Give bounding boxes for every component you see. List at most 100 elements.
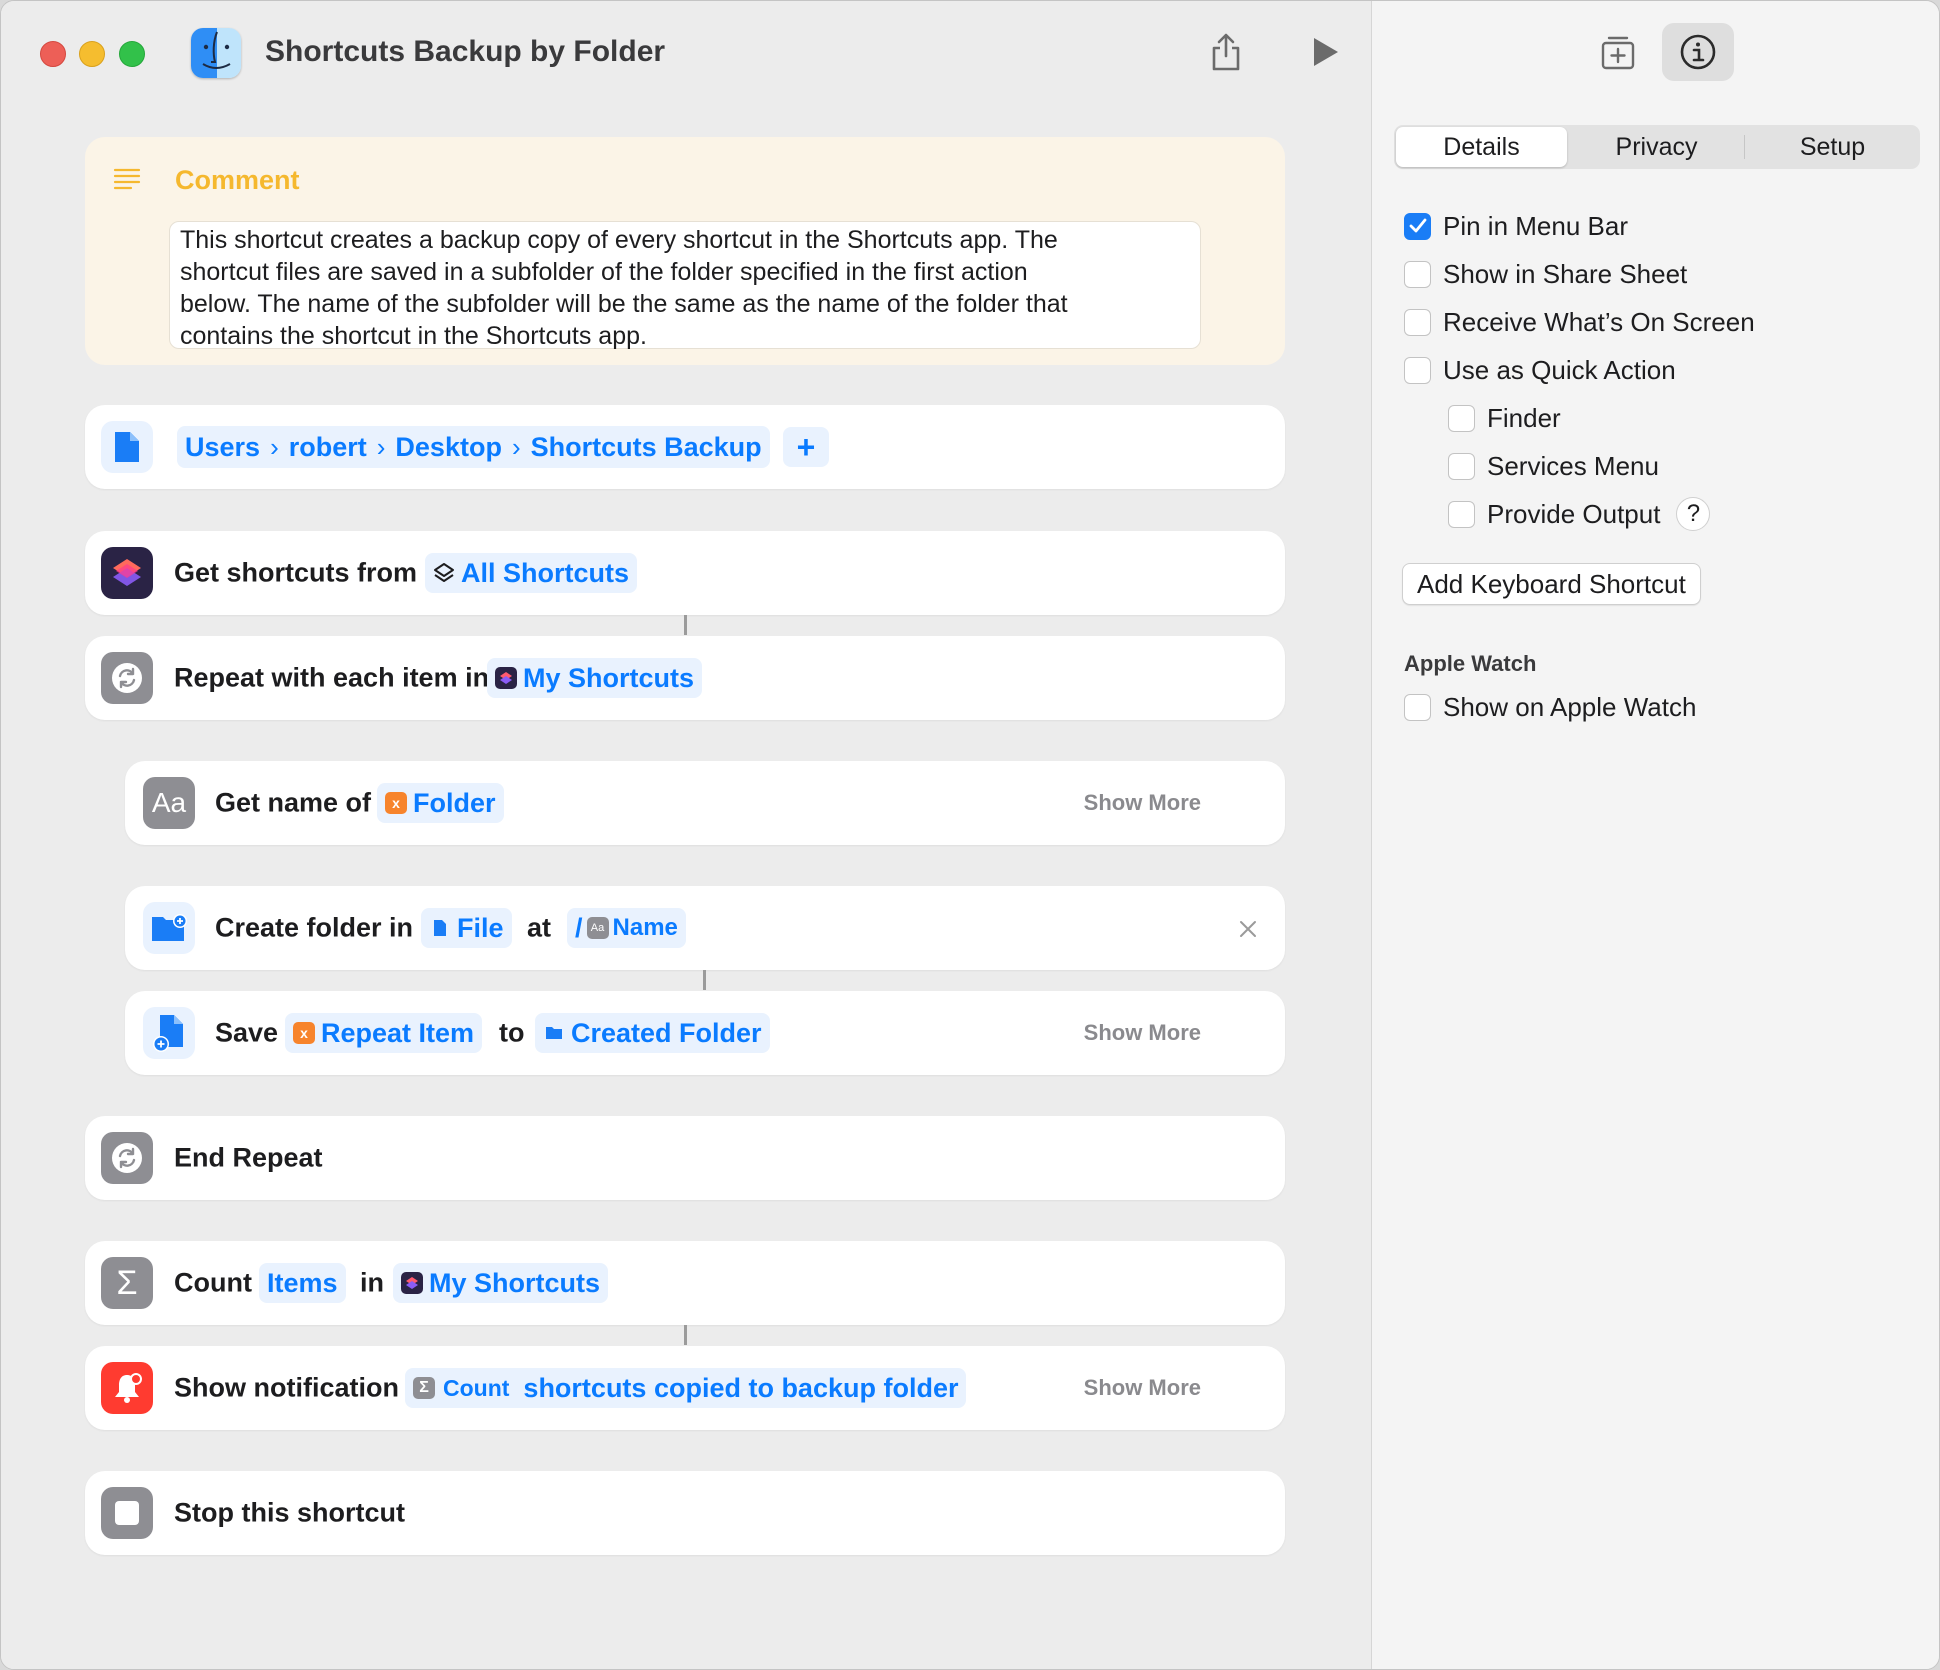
my-shortcuts-token[interactable]: My Shortcuts (487, 658, 703, 698)
option-quick-action[interactable]: Use as Quick Action (1404, 352, 1676, 388)
show-more-button[interactable]: Show More (1084, 1375, 1201, 1401)
layers-icon (434, 563, 454, 582)
tab-privacy[interactable]: Privacy (1571, 127, 1742, 167)
action-label-in: in (360, 1267, 384, 1298)
add-keyboard-shortcut-button[interactable]: Add Keyboard Shortcut (1402, 563, 1701, 605)
save-file-icon (143, 1007, 195, 1059)
tab-details[interactable]: Details (1396, 127, 1567, 167)
option-provide-output[interactable]: Provide Output ? (1448, 496, 1711, 532)
subpath-token[interactable]: / Aa Name (567, 908, 686, 948)
chevron-right-icon: › (511, 431, 521, 462)
option-show-on-apple-watch[interactable]: Show on Apple Watch (1404, 689, 1696, 725)
help-icon[interactable]: ? (1676, 497, 1711, 531)
repeat-action[interactable]: Repeat with each item in My Shortcuts (85, 636, 1285, 720)
flow-connector (703, 970, 706, 990)
file-icon (429, 917, 451, 939)
option-finder[interactable]: Finder (1448, 400, 1561, 436)
add-to-dock-button[interactable] (1582, 23, 1654, 81)
get-shortcuts-action[interactable]: Get shortcuts from All Shortcuts (85, 531, 1285, 615)
action-label: Get name of (215, 787, 372, 818)
folder-variable-token[interactable]: x Folder (377, 783, 504, 823)
comment-action[interactable]: Comment This shortcut creates a backup c… (85, 137, 1285, 365)
window-minimize-button[interactable] (79, 41, 105, 67)
folder-icon (543, 1022, 565, 1044)
option-pin-in-menu-bar[interactable]: Pin in Menu Bar (1404, 208, 1628, 244)
option-services-menu[interactable]: Services Menu (1448, 448, 1659, 484)
info-button[interactable] (1662, 23, 1734, 81)
stop-shortcut-action[interactable]: Stop this shortcut (85, 1471, 1285, 1555)
action-label: Get shortcuts from (174, 557, 418, 588)
option-receive-on-screen[interactable]: Receive What’s On Screen (1404, 304, 1755, 340)
action-label: Repeat with each item in (174, 662, 490, 693)
comment-line: below. The name of the subfolder will be… (180, 290, 1068, 318)
path-segment[interactable]: robert (289, 432, 367, 463)
add-path-button[interactable]: + (783, 427, 829, 467)
checkbox[interactable] (1404, 260, 1431, 288)
all-shortcuts-token[interactable]: All Shortcuts (425, 553, 638, 593)
path-segment[interactable]: Desktop (395, 432, 502, 463)
shortcuts-app-icon (401, 1272, 423, 1294)
items-token[interactable]: Items (259, 1263, 346, 1303)
details-sidebar: Details Privacy Setup Pin in Menu Bar Sh… (1371, 1, 1939, 1669)
repeat-icon (101, 1132, 153, 1184)
tab-separator (1744, 135, 1745, 159)
path-breadcrumb[interactable]: Users › robert › Desktop › Shortcuts Bac… (177, 426, 770, 468)
text-aa-icon: Aa (586, 917, 609, 939)
show-more-button[interactable]: Show More (1084, 790, 1201, 816)
action-label: Save (215, 1017, 279, 1048)
comment-line: contains the shortcut in the Shortcuts a… (180, 322, 647, 350)
file-variable-token[interactable]: File (421, 908, 512, 948)
action-label: Stop this shortcut (174, 1497, 405, 1528)
save-file-action[interactable]: Save x Repeat Item to Created Folder Sho… (125, 991, 1285, 1075)
comment-lines-icon (113, 168, 141, 190)
shortcuts-app-icon (495, 667, 517, 689)
tab-setup[interactable]: Setup (1747, 127, 1918, 167)
action-label: Create folder in (215, 912, 414, 943)
info-icon (1680, 34, 1716, 70)
show-notification-action[interactable]: Show notification Σ Count shortcuts copi… (85, 1346, 1285, 1430)
file-path-action[interactable]: Users › robert › Desktop › Shortcuts Bac… (85, 405, 1285, 489)
created-folder-token[interactable]: Created Folder (535, 1013, 770, 1053)
action-label-at: at (527, 912, 552, 943)
count-action[interactable]: Σ Count Items in My Shortcuts (85, 1241, 1285, 1325)
share-icon (1212, 33, 1240, 71)
create-folder-action[interactable]: Create folder in File at / Aa Name (125, 886, 1285, 970)
text-aa-icon: Aa (143, 777, 195, 829)
variable-x-icon: x (385, 792, 407, 814)
checkbox[interactable] (1448, 500, 1475, 528)
run-button[interactable] (1302, 29, 1348, 75)
repeat-item-token[interactable]: x Repeat Item (285, 1013, 483, 1053)
option-show-in-share-sheet[interactable]: Show in Share Sheet (1404, 256, 1687, 292)
comment-text-field[interactable]: This shortcut creates a backup copy of e… (169, 221, 1201, 350)
path-segment[interactable]: Shortcuts Backup (531, 432, 762, 463)
checkbox-checked[interactable] (1404, 212, 1431, 240)
finder-icon (191, 28, 241, 78)
sigma-icon: Σ (101, 1257, 153, 1309)
option-label: Show on Apple Watch (1443, 691, 1697, 722)
my-shortcuts-token[interactable]: My Shortcuts (393, 1263, 609, 1303)
apple-watch-heading: Apple Watch (1404, 651, 1537, 676)
folder-add-icon (143, 902, 195, 954)
notification-text: shortcuts copied to backup folder (523, 1372, 959, 1403)
notification-body-field[interactable]: Σ Count shortcuts copied to backup folde… (405, 1368, 967, 1408)
close-icon[interactable] (1239, 920, 1257, 938)
share-button[interactable] (1203, 29, 1249, 75)
end-repeat-action[interactable]: End Repeat (85, 1116, 1285, 1200)
play-icon (1314, 38, 1338, 66)
get-name-action[interactable]: Aa Get name of x Folder Show More (125, 761, 1285, 845)
action-label: End Repeat (174, 1142, 323, 1173)
checkbox[interactable] (1404, 693, 1431, 721)
window-zoom-button[interactable] (119, 41, 145, 67)
checkbox[interactable] (1404, 308, 1431, 336)
checkbox[interactable] (1448, 452, 1475, 480)
path-segment[interactable]: Users (185, 432, 260, 463)
window-close-button[interactable] (40, 41, 66, 67)
option-label: Use as Quick Action (1443, 354, 1676, 385)
slash-separator: / (575, 912, 583, 943)
checkbox[interactable] (1404, 356, 1431, 384)
option-label: Services Menu (1487, 450, 1659, 481)
checkbox[interactable] (1448, 404, 1475, 432)
action-label: Show notification (174, 1372, 399, 1403)
show-more-button[interactable]: Show More (1084, 1020, 1201, 1046)
variable-x-icon: x (293, 1022, 315, 1044)
